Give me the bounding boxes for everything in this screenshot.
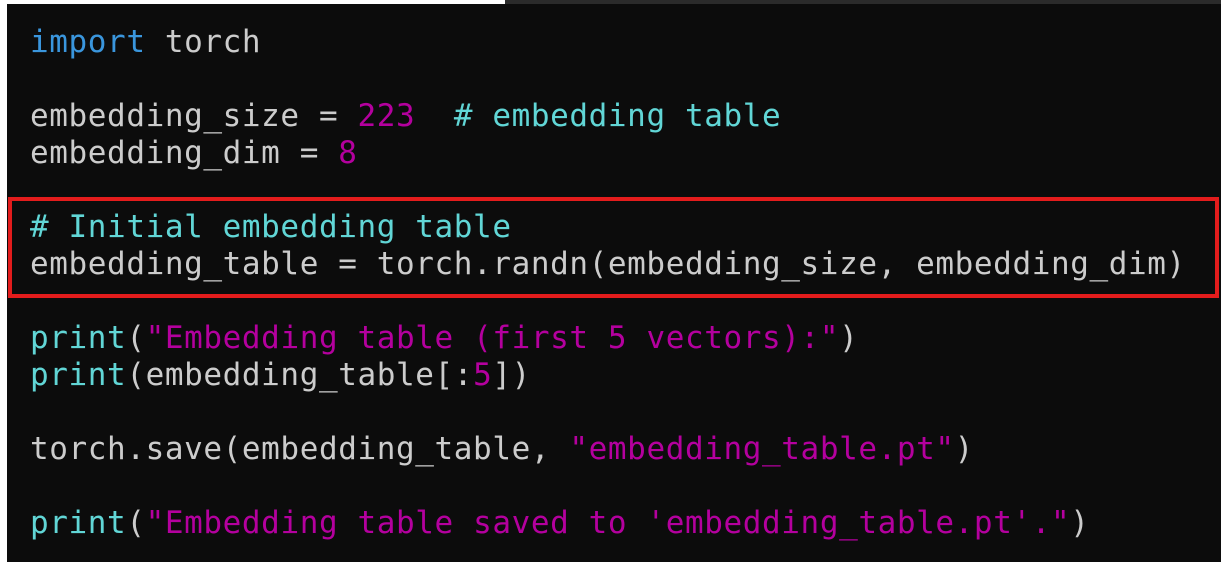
paren-close: ) bbox=[839, 320, 859, 356]
torch-save-call: torch.save(embedding_table, bbox=[30, 431, 570, 467]
print-args-start: (embedding_table[: bbox=[126, 357, 474, 393]
code-line-3: embedding_size = 223 # embedding table bbox=[30, 98, 1186, 135]
code-line-4: embedding_dim = 8 bbox=[30, 135, 1186, 172]
highlight-box bbox=[8, 197, 1219, 298]
spacing bbox=[415, 98, 454, 134]
code-line-14: print("Embedding table saved to 'embeddi… bbox=[30, 505, 1186, 542]
number-literal: 8 bbox=[338, 135, 358, 171]
string-literal: "Embedding table (first 5 vectors):" bbox=[145, 320, 840, 356]
inline-comment: # embedding table bbox=[453, 98, 782, 134]
import-target: torch bbox=[145, 24, 262, 60]
code-line-9: print("Embedding table (first 5 vectors)… bbox=[30, 320, 1186, 357]
string-literal: "embedding_table.pt" bbox=[569, 431, 955, 467]
code-editor[interactable]: import torch embedding_size = 223 # embed… bbox=[7, 4, 1221, 562]
code-line-12: torch.save(embedding_table, "embedding_t… bbox=[30, 431, 1186, 468]
keyword-import: import bbox=[30, 24, 146, 60]
paren-close: ) bbox=[954, 431, 974, 467]
number-literal: 5 bbox=[473, 357, 493, 393]
code-line-1: import torch bbox=[30, 24, 1186, 61]
string-literal: "Embedding table saved to 'embedding_tab… bbox=[145, 505, 1071, 541]
function-print: print bbox=[30, 505, 127, 541]
number-literal: 223 bbox=[357, 98, 416, 134]
function-print: print bbox=[30, 357, 127, 393]
paren-open: ( bbox=[126, 320, 146, 356]
assign-embedding-size: embedding_size = bbox=[30, 98, 358, 134]
code-line-10: print(embedding_table[:5]) bbox=[30, 357, 1186, 394]
function-print: print bbox=[30, 320, 127, 356]
assign-embedding-dim: embedding_dim = bbox=[30, 135, 339, 171]
paren-open: ( bbox=[126, 505, 146, 541]
paren-close: ) bbox=[1070, 505, 1090, 541]
print-args-end: ]) bbox=[492, 357, 531, 393]
